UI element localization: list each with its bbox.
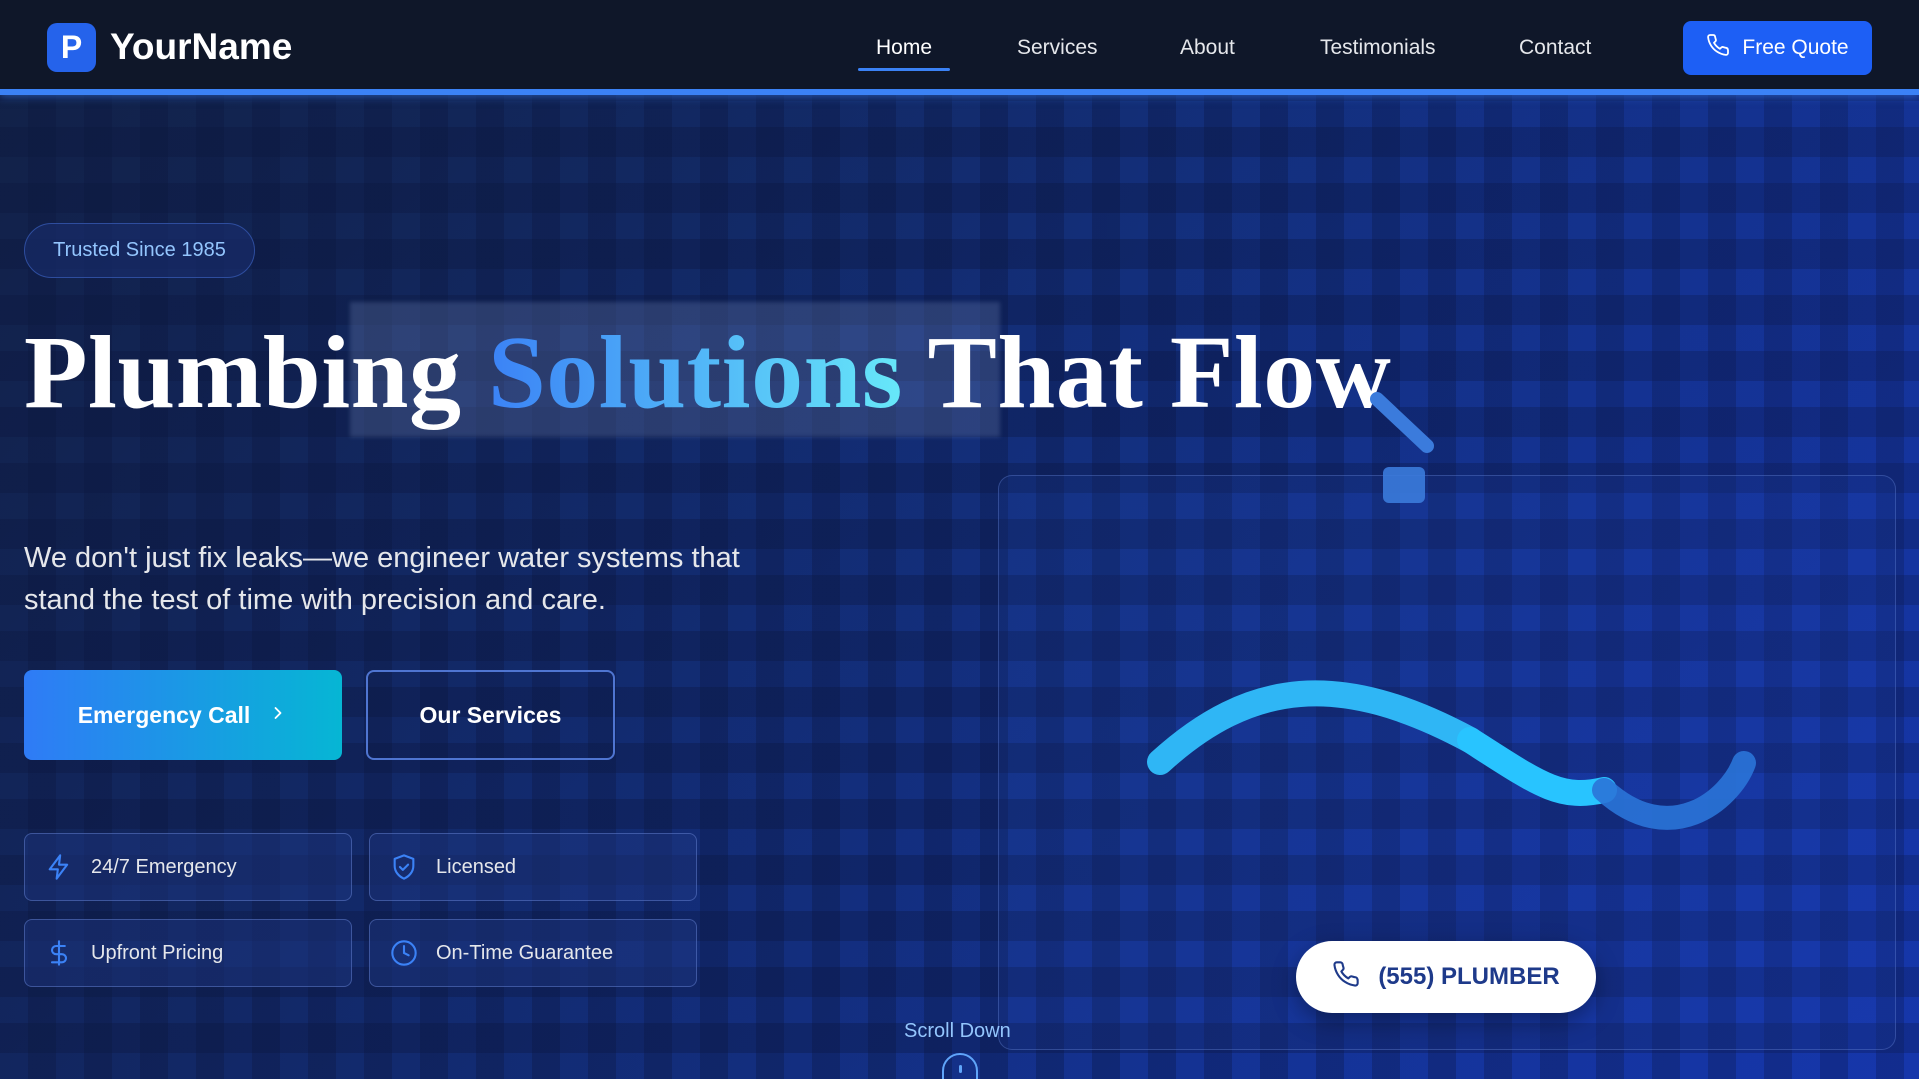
phone-number-button[interactable]: (555) PLUMBER	[1296, 941, 1596, 1013]
brand-mark: P	[47, 22, 96, 72]
nav-item-contact[interactable]: Contact	[1519, 36, 1591, 60]
phone-number-label: (555) PLUMBER	[1378, 963, 1560, 990]
top-navbar: P YourName Home Services About Testimoni…	[0, 0, 1919, 95]
active-nav-indicator	[858, 68, 950, 71]
headline-part2: That Flow	[927, 315, 1392, 430]
chevron-right-icon	[268, 702, 288, 729]
emergency-call-button[interactable]: Emergency Call	[24, 670, 342, 760]
trusted-badge: Trusted Since 1985	[24, 223, 255, 278]
water-flow-graphic	[1147, 680, 1756, 830]
our-services-button[interactable]: Our Services	[366, 670, 615, 760]
dollar-icon	[50, 940, 68, 966]
feature-on-time: On-Time Guarantee	[369, 919, 697, 987]
wrench-icon	[1370, 392, 1434, 453]
free-quote-label: Free Quote	[1742, 36, 1849, 59]
headline-accent: Solutions	[487, 315, 903, 430]
pipe-cap-icon	[1383, 467, 1425, 503]
headline-part1: Plumbing	[24, 315, 462, 430]
scroll-down-label: Scroll Down	[904, 1020, 1011, 1042]
nav-item-about[interactable]: About	[1180, 36, 1235, 60]
hero-lead-text: We don't just fix leaks—we engineer wate…	[24, 542, 740, 616]
feature-label: On-Time Guarantee	[436, 941, 614, 964]
free-quote-button[interactable]: Free Quote	[1683, 21, 1872, 75]
nav-item-testimonials[interactable]: Testimonials	[1320, 36, 1436, 60]
brand-name: YourName	[110, 26, 293, 67]
feature-emergency: 24/7 Emergency	[24, 833, 352, 901]
phone-icon	[1706, 33, 1730, 63]
hero-section: Trusted Since 1985 Plumbing Solutions Th…	[0, 95, 1919, 1079]
feature-upfront-pricing: Upfront Pricing	[24, 919, 352, 987]
feature-label: Licensed	[436, 855, 517, 878]
nav-item-home[interactable]: Home	[876, 36, 932, 60]
feature-label: Upfront Pricing	[91, 941, 224, 964]
nav-item-services[interactable]: Services	[1017, 36, 1098, 60]
feature-licensed: Licensed	[369, 833, 697, 901]
brand-logo[interactable]: P YourName	[47, 22, 292, 72]
feature-label: 24/7 Emergency	[91, 855, 237, 878]
hero-headline: Plumbing Solutions That Flow	[24, 313, 1391, 432]
clock-icon	[391, 940, 417, 966]
bolt-icon	[48, 854, 69, 880]
shield-check-icon	[393, 854, 415, 880]
phone-icon	[1332, 960, 1360, 995]
emergency-call-label: Emergency Call	[77, 701, 251, 728]
